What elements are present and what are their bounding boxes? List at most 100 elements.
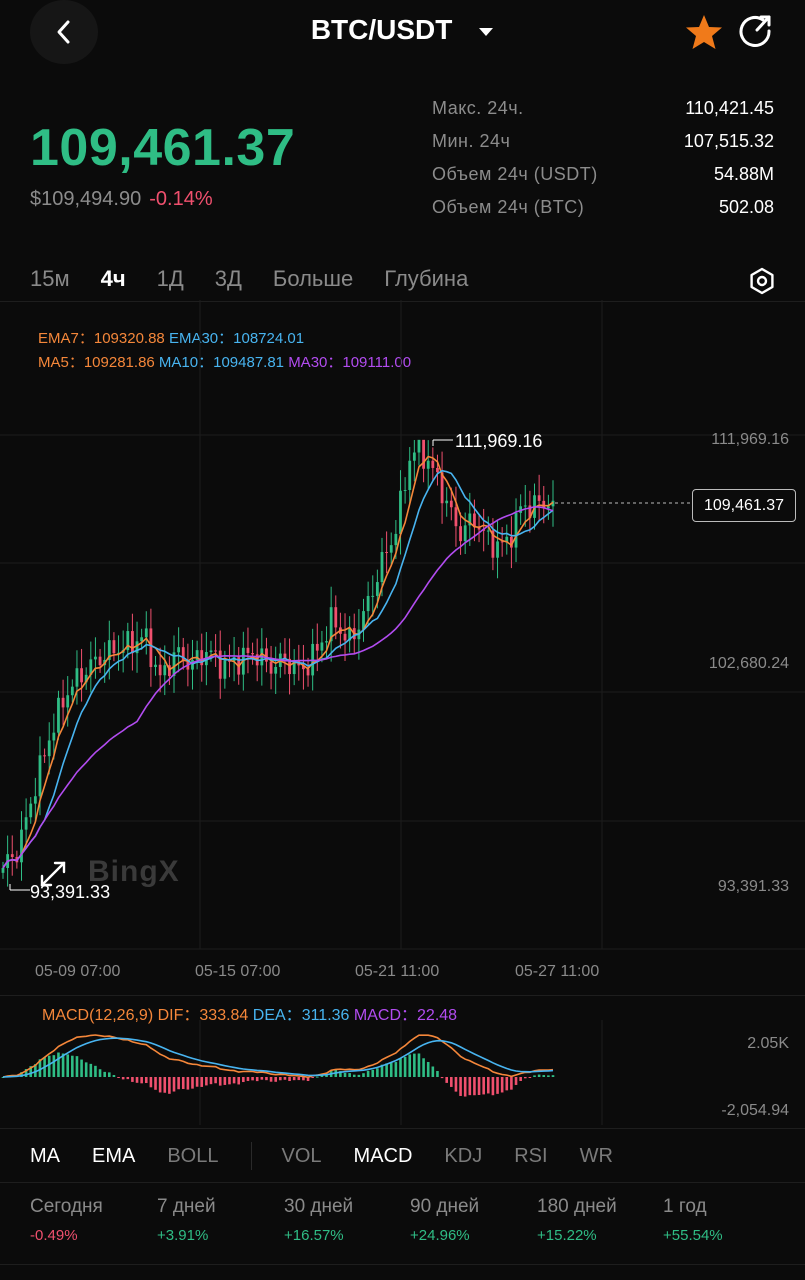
macd-bar (473, 1077, 476, 1096)
macd-bar (260, 1077, 264, 1080)
macd-bar (376, 1068, 379, 1077)
macd-bar (195, 1077, 199, 1087)
macd-y-bottom: -2,054.94 (721, 1102, 789, 1119)
tab-wr[interactable]: WR (580, 1145, 613, 1168)
macd-bar (237, 1077, 241, 1085)
macd-bar (357, 1074, 361, 1077)
candle-body (375, 582, 379, 596)
macd-bar (154, 1077, 157, 1090)
macd-bar (57, 1052, 60, 1077)
macd-bar (371, 1069, 375, 1077)
macd-bar (181, 1077, 185, 1089)
settings-icon[interactable] (748, 267, 776, 295)
usd-price-value: $109,494.90 (30, 188, 142, 210)
tab-15m[interactable]: 15м (30, 266, 70, 292)
candle-body (24, 817, 28, 830)
macd-bar (279, 1077, 282, 1081)
candle-body (149, 628, 153, 668)
macd-bar (463, 1077, 467, 1097)
macd-bar (514, 1077, 518, 1085)
share-icon[interactable] (738, 14, 774, 50)
macd-bar (108, 1072, 111, 1077)
candle-body (98, 656, 102, 666)
low-marker-label: 93,391.33 (30, 882, 111, 902)
macd-bar (408, 1054, 412, 1077)
tab-rsi[interactable]: RSI (514, 1145, 547, 1168)
macd-bar (389, 1062, 393, 1077)
candle-body (131, 631, 134, 654)
tab-1d[interactable]: 1Д (157, 266, 184, 292)
tab-boll[interactable]: BOLL (167, 1145, 218, 1168)
macd-bar (177, 1077, 180, 1090)
macd-bar (255, 1077, 259, 1082)
current-price-tag: 109,461.37 (692, 489, 796, 522)
candle-body (209, 650, 213, 653)
candle-body (61, 697, 65, 708)
macd-bar (403, 1056, 407, 1077)
y-tick-label: 102,680.24 (708, 655, 789, 672)
tab-3d[interactable]: 3Д (215, 266, 242, 292)
high-marker-label: 111,969.16 (455, 431, 543, 451)
candle-body (1, 867, 5, 873)
stat-volume-btc: Объем 24ч (BTC) 502.08 (432, 197, 774, 230)
macd-bar (246, 1077, 250, 1081)
tab-ema[interactable]: EMA (92, 1145, 135, 1168)
candle-body (38, 755, 42, 797)
macd-bar (186, 1077, 190, 1090)
stat-label: Объем 24ч (USDT) (432, 164, 598, 184)
candle-body (214, 650, 218, 652)
macd-bar (94, 1065, 97, 1077)
ma10-line (2, 469, 554, 869)
macd-bar (459, 1077, 462, 1096)
tab-macd[interactable]: MACD (354, 1145, 413, 1168)
candle-body (223, 660, 227, 679)
macd-bar (551, 1075, 555, 1077)
macd-bar (168, 1077, 171, 1094)
macd-chart[interactable] (0, 1020, 805, 1125)
candle-body (154, 664, 157, 668)
stat-value: 502.08 (718, 197, 774, 217)
macd-bar (98, 1069, 102, 1077)
candle-body (163, 665, 167, 676)
tab-kdj[interactable]: KDJ (444, 1145, 482, 1168)
price-chart[interactable] (0, 300, 805, 950)
favorite-star-icon[interactable] (685, 14, 723, 50)
candle-body (417, 439, 421, 453)
perf-today: Сегодня -0.49% (30, 1196, 156, 1244)
perf-value: -0.49% (30, 1227, 78, 1244)
tab-vol[interactable]: VOL (282, 1145, 322, 1168)
pair-title: BTC/USDT (310, 14, 453, 45)
macd-bar (510, 1077, 513, 1090)
candle-body (94, 656, 97, 660)
stat-high: Макс. 24ч. 110,421.45 (432, 98, 774, 131)
perf-label: Сегодня (30, 1196, 103, 1217)
perf-value: +3.91% (157, 1227, 209, 1244)
tab-more[interactable]: Больше (273, 266, 353, 292)
candle-body (43, 755, 46, 757)
stat-label: Макс. 24ч. (432, 98, 524, 118)
macd-bar (436, 1070, 439, 1077)
macd-y-top: 2.05K (747, 1035, 789, 1052)
stat-label: Объем 24ч (BTC) (432, 197, 585, 217)
perf-1y: 1 год +55.54% (663, 1196, 789, 1244)
macd-bar (75, 1056, 79, 1077)
macd-bar (121, 1077, 125, 1080)
macd-bar (385, 1063, 388, 1077)
macd-bar (519, 1077, 522, 1081)
candle-body (431, 460, 435, 468)
macd-bar (343, 1072, 347, 1077)
candle-body (20, 829, 23, 863)
perf-30d: 30 дней +16.57% (284, 1196, 410, 1244)
macd-bar (200, 1077, 204, 1087)
tab-4h[interactable]: 4ч (101, 266, 126, 292)
perf-7d: 7 дней +3.91% (157, 1196, 283, 1244)
macd-bar (292, 1077, 296, 1081)
candle-body (70, 686, 74, 696)
macd-bar (537, 1074, 541, 1077)
candle-body (371, 595, 375, 597)
perf-label: 30 дней (284, 1196, 354, 1217)
tab-ma[interactable]: MA (30, 1145, 60, 1168)
candle-body (445, 500, 449, 504)
candle-body (394, 533, 398, 546)
tab-depth[interactable]: Глубина (384, 266, 468, 292)
